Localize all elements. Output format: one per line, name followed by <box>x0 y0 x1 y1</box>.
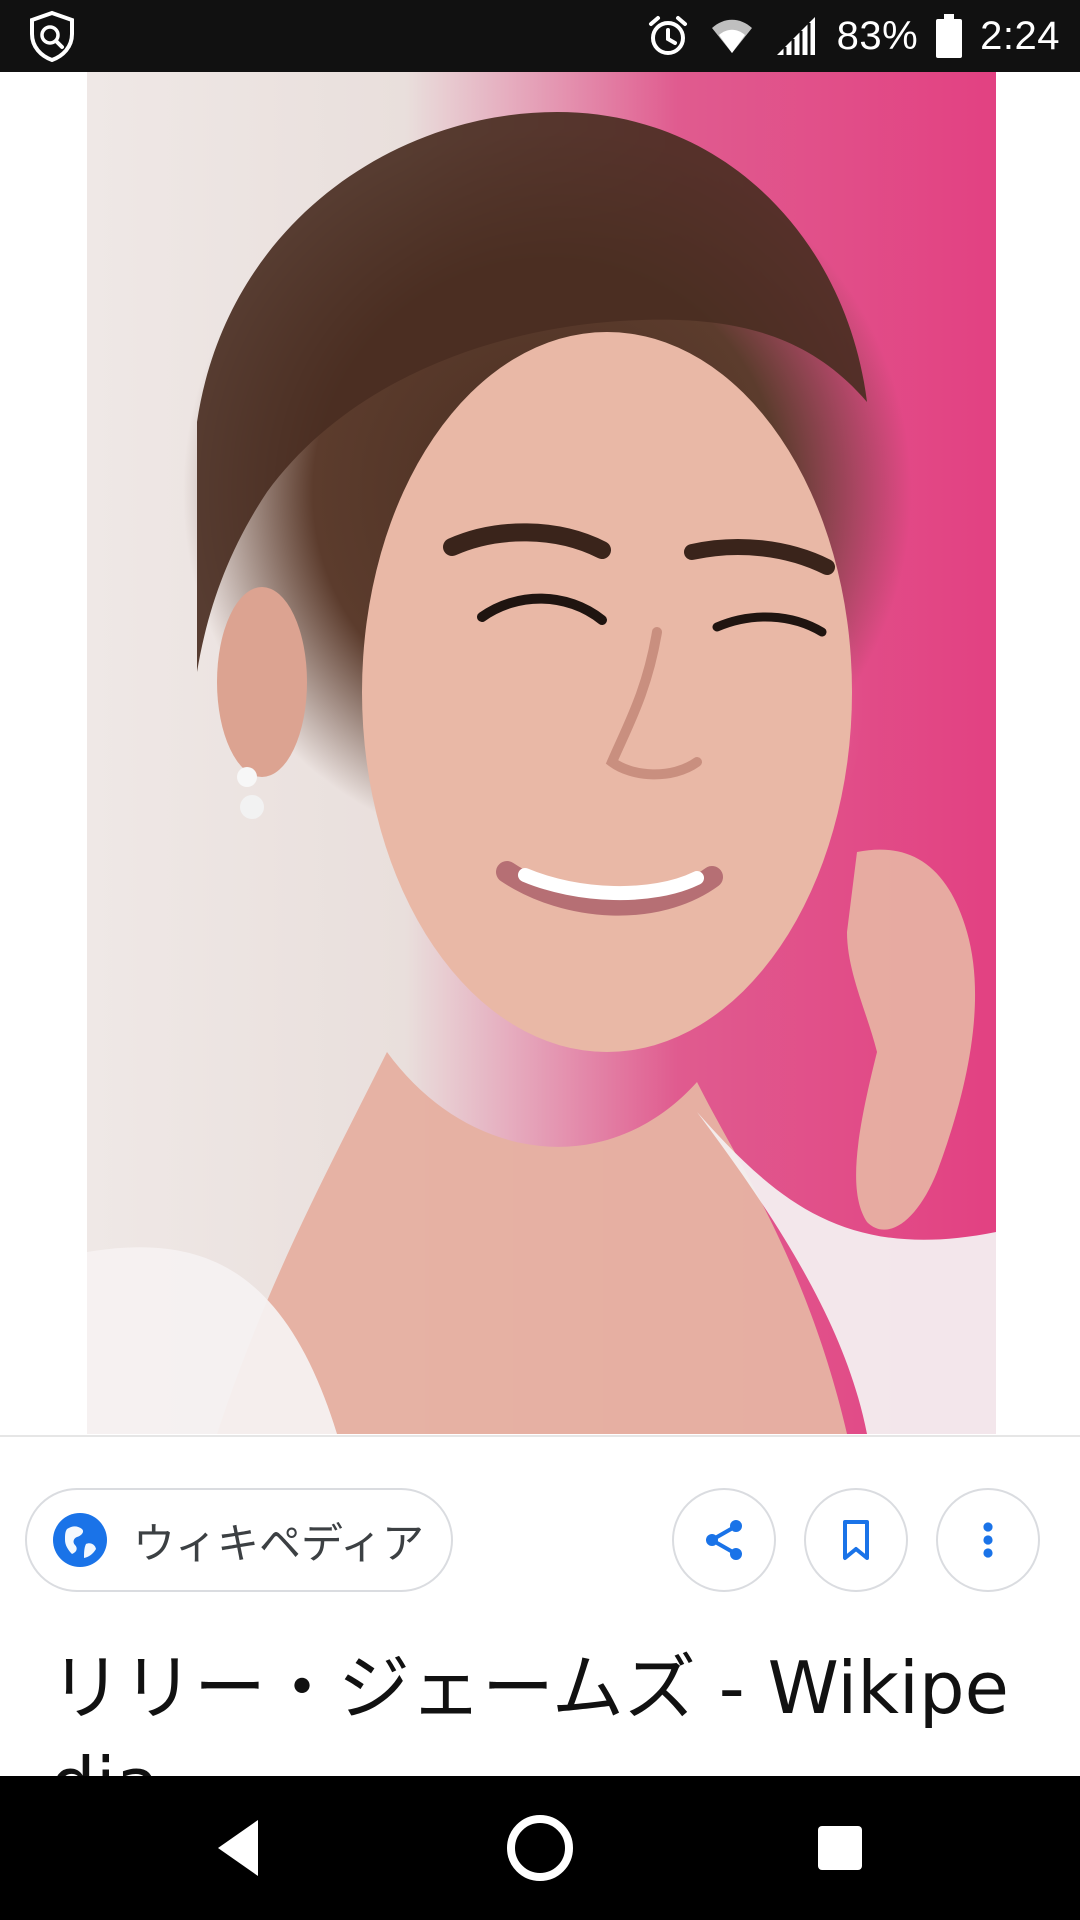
photo-illustration <box>87 112 996 1434</box>
bookmark-icon <box>843 1520 869 1560</box>
status-right: 83% 2:24 <box>645 0 1060 72</box>
status-bar: 83% 2:24 <box>0 0 1080 72</box>
battery-percent: 83% <box>836 13 919 58</box>
more-button[interactable] <box>936 1488 1040 1592</box>
result-photo[interactable] <box>87 72 996 1434</box>
battery-icon <box>936 14 963 58</box>
signal-icon <box>773 13 819 59</box>
wifi-icon <box>709 13 755 59</box>
status-time: 2:24 <box>980 13 1060 58</box>
back-icon <box>218 1820 258 1876</box>
back-button[interactable] <box>160 1776 320 1920</box>
source-chip[interactable]: ウィキペディア <box>25 1488 453 1592</box>
globe-icon <box>51 1511 109 1569</box>
share-icon <box>706 1520 742 1560</box>
alarm-icon <box>645 13 691 59</box>
recents-button[interactable] <box>760 1776 920 1920</box>
share-button[interactable] <box>672 1488 776 1592</box>
source-label: ウィキペディア <box>133 1518 425 1568</box>
more-vert-icon <box>983 1522 993 1558</box>
home-icon <box>507 1815 573 1881</box>
home-button[interactable] <box>460 1776 620 1920</box>
bookmark-button[interactable] <box>804 1488 908 1592</box>
divider <box>0 1435 1080 1437</box>
recents-icon <box>818 1826 862 1870</box>
nav-bar <box>0 1776 1080 1920</box>
shield-search-icon <box>26 10 78 63</box>
